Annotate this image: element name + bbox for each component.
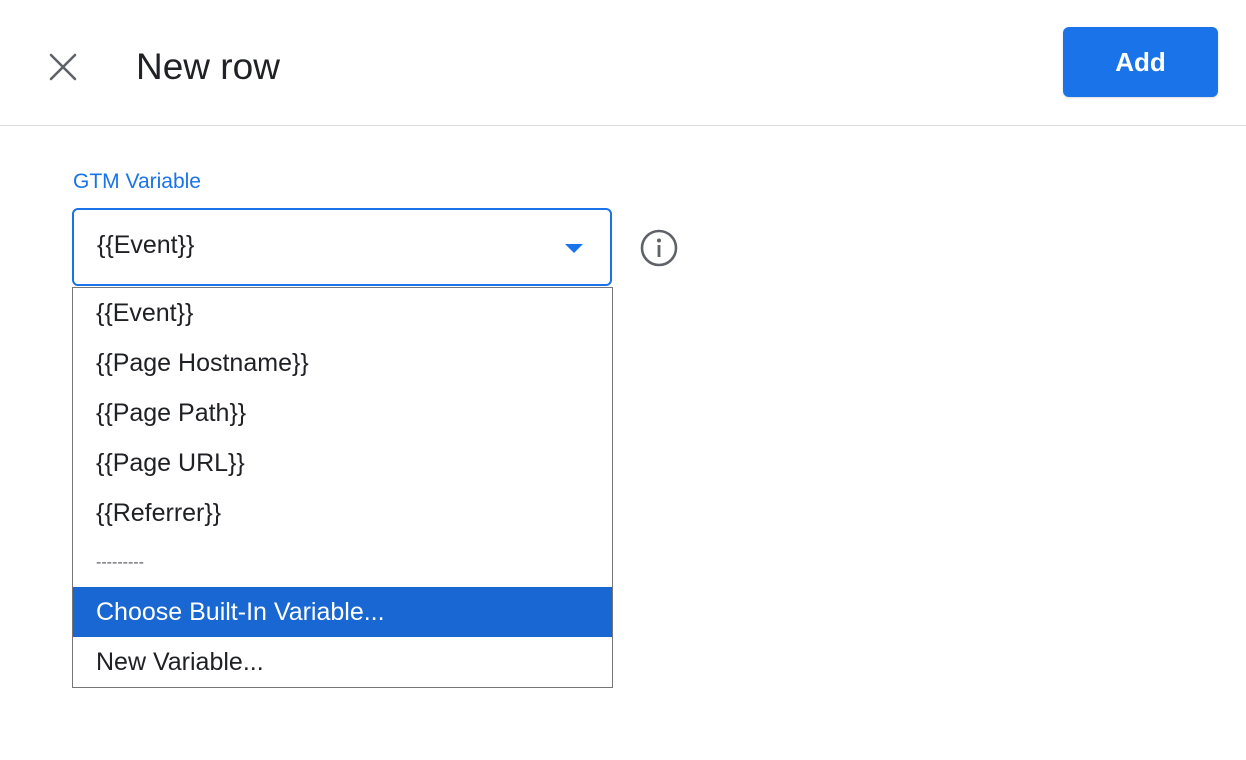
info-icon[interactable] [639, 228, 679, 268]
dropdown-list: {{Event}} {{Page Hostname}} {{Page Path}… [72, 287, 613, 688]
dropdown-option-page-url[interactable]: {{Page URL}} [73, 438, 612, 488]
dropdown-option-choose-built-in-variable[interactable]: Choose Built-In Variable... [73, 587, 612, 637]
select-value: {{Event}} [97, 231, 195, 259]
dropdown-option-page-hostname[interactable]: {{Page Hostname}} [73, 338, 612, 388]
dropdown-option-event[interactable]: {{Event}} [73, 288, 612, 338]
dialog-header: New row Add [0, 0, 1246, 126]
close-icon [49, 53, 77, 81]
dropdown-separator: --------- [96, 554, 144, 571]
dropdown-option-referrer[interactable]: {{Referrer}} [73, 488, 612, 538]
gtm-variable-label: GTM Variable [73, 170, 201, 193]
dropdown-arrow-icon [565, 244, 583, 253]
dropdown-option-page-path[interactable]: {{Page Path}} [73, 388, 612, 438]
page-title: New row [136, 46, 280, 87]
dropdown-option-new-variable[interactable]: New Variable... [73, 637, 612, 687]
add-button[interactable]: Add [1063, 27, 1218, 97]
close-button[interactable] [40, 44, 86, 90]
gtm-variable-select[interactable]: {{Event}} [72, 208, 612, 286]
